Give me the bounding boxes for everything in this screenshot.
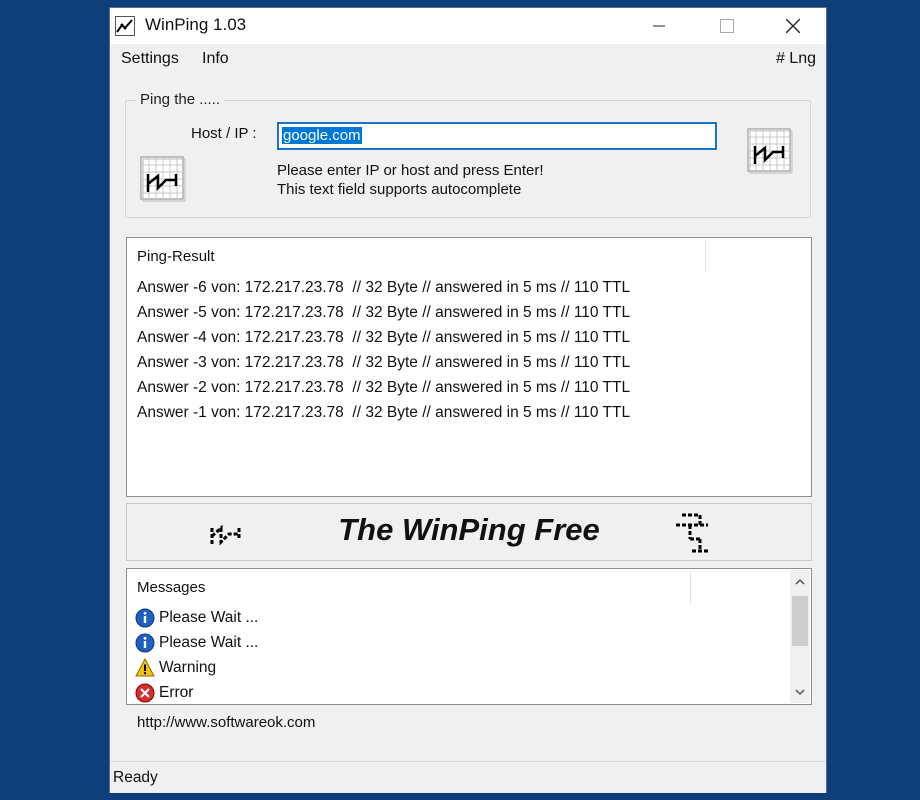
minimize-button[interactable]: [636, 8, 682, 44]
scroll-up-button[interactable]: [790, 572, 810, 590]
scroll-thumb[interactable]: [792, 596, 808, 646]
chevron-up-icon: [795, 578, 805, 585]
result-line: Answer -6 von: 172.217.23.78 // 32 Byte …: [137, 279, 631, 296]
ping-result-header: Ping-Result: [137, 248, 215, 265]
minimize-icon: [653, 25, 665, 27]
host-input-value: google.com: [282, 127, 362, 144]
title-bar[interactable]: WinPing 1.03: [110, 8, 826, 44]
result-line: Answer -3 von: 172.217.23.78 // 32 Byte …: [137, 354, 631, 371]
message-item: Error: [135, 682, 193, 704]
menu-info[interactable]: Info: [202, 50, 229, 68]
message-text: Error: [159, 684, 194, 701]
info-icon: [135, 633, 155, 653]
window-title: WinPing 1.03: [145, 15, 247, 34]
winping-app-icon: [115, 16, 135, 36]
menu-bar: Settings Info # Lng: [110, 44, 826, 74]
close-button[interactable]: [770, 8, 816, 44]
ping-groupbox: Ping the ..... Host / IP : google.com Pl…: [125, 91, 811, 218]
result-line: Answer -1 von: 172.217.23.78 // 32 Byte …: [137, 404, 631, 421]
winping-banner[interactable]: The WinPing Free: [126, 503, 812, 561]
messages-scrollbar[interactable]: [790, 570, 810, 703]
ping-result-panel: Ping-Result Answer -6 von: 172.217.23.78…: [126, 237, 812, 497]
ping-graph-icon: [140, 156, 186, 202]
result-line: Answer -2 von: 172.217.23.78 // 32 Byte …: [137, 379, 631, 396]
info-icon: [135, 608, 155, 628]
messages-panel: Messages Please Wait ... Please Wait ...…: [126, 568, 812, 705]
website-link[interactable]: http://www.softwareok.com: [137, 714, 315, 731]
menu-settings[interactable]: Settings: [121, 50, 179, 68]
ping-group-legend: Ping the .....: [136, 91, 225, 108]
close-icon: [786, 19, 800, 33]
maximize-icon: [720, 19, 734, 33]
result-line: Answer -4 von: 172.217.23.78 // 32 Byte …: [137, 329, 631, 346]
scroll-down-button[interactable]: [790, 683, 810, 701]
menu-language[interactable]: # Lng: [776, 50, 816, 68]
status-text: Ready: [113, 769, 158, 786]
host-label: Host / IP :: [191, 125, 257, 142]
message-item: Please Wait ...: [135, 632, 258, 654]
status-bar: Ready: [110, 761, 826, 793]
maximize-button[interactable]: [704, 8, 750, 44]
error-icon: [135, 683, 155, 703]
host-input[interactable]: google.com: [277, 122, 717, 150]
message-text: Warning: [159, 659, 217, 676]
column-divider[interactable]: [705, 240, 706, 273]
messages-header: Messages: [137, 579, 206, 596]
warning-icon: [135, 658, 155, 677]
chevron-down-icon: [795, 688, 805, 695]
message-text: Please Wait ...: [159, 634, 259, 651]
column-divider[interactable]: [690, 571, 691, 604]
network-icon: [676, 513, 708, 553]
message-item: Please Wait ...: [135, 607, 258, 629]
message-item: Warning: [135, 657, 216, 679]
result-line: Answer -5 von: 172.217.23.78 // 32 Byte …: [137, 304, 631, 321]
start-ping-icon[interactable]: [747, 128, 793, 174]
hint-text-1: Please enter IP or host and press Enter!: [277, 162, 544, 179]
hint-text-2: This text field supports autocomplete: [277, 181, 522, 198]
message-text: Please Wait ...: [159, 609, 259, 626]
app-window: WinPing 1.03 Settings Info # Lng Ping th…: [109, 7, 827, 793]
